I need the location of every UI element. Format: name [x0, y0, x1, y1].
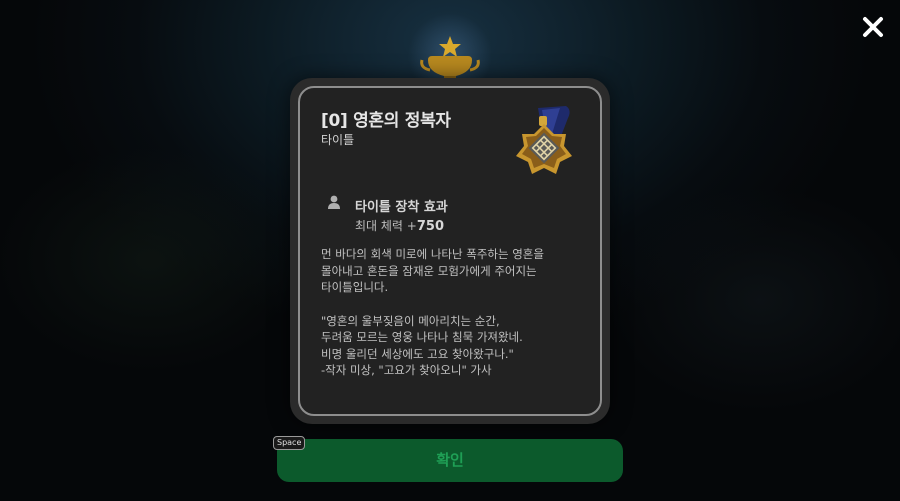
effect-stat: 최대 체력 +750: [355, 217, 444, 234]
effect-value: 750: [416, 219, 444, 234]
trophy-icon: [420, 36, 480, 84]
modal-content: [0] 영혼의 정복자 타이틀 타이틀 장착 효과 최대 체력 +750 먼 바…: [298, 86, 602, 416]
effect-title: 타이틀 장착 효과: [355, 200, 448, 215]
quote-line: 비명 울리던 세상에도 고요 찾아왔구나.": [321, 346, 514, 361]
effect-label: 최대 체력 +: [355, 219, 417, 233]
confirm-button[interactable]: 확인: [277, 439, 623, 482]
title-name: [0] 영혼의 정복자: [321, 111, 451, 131]
title-detail-modal: [0] 영혼의 정복자 타이틀 타이틀 장착 효과 최대 체력 +750 먼 바…: [290, 78, 610, 424]
description-line: 타이틀입니다.: [321, 280, 389, 294]
close-icon[interactable]: [858, 12, 888, 42]
quote-line: "영혼의 울부짖음이 메아리치는 순간,: [321, 313, 500, 328]
quote-line: -작자 미상, "고요가 찾아오니" 가사: [321, 363, 492, 377]
description-line: 몰아내고 혼돈을 잠재운 모험가에게 주어지는: [321, 263, 537, 278]
space-key-hint: Space: [273, 436, 306, 450]
user-icon: [328, 195, 340, 209]
title-category: 타이틀: [321, 133, 355, 147]
medal-icon: [516, 106, 572, 174]
quote-line: 두려움 모르는 영웅 나타나 침묵 가져왔네.: [321, 330, 523, 344]
description-line: 먼 바다의 회색 미로에 나타난 폭주하는 영혼을: [321, 247, 544, 261]
description: 먼 바다의 회색 미로에 나타난 폭주하는 영혼을 몰아내고 혼돈을 잠재운 모…: [321, 246, 583, 379]
